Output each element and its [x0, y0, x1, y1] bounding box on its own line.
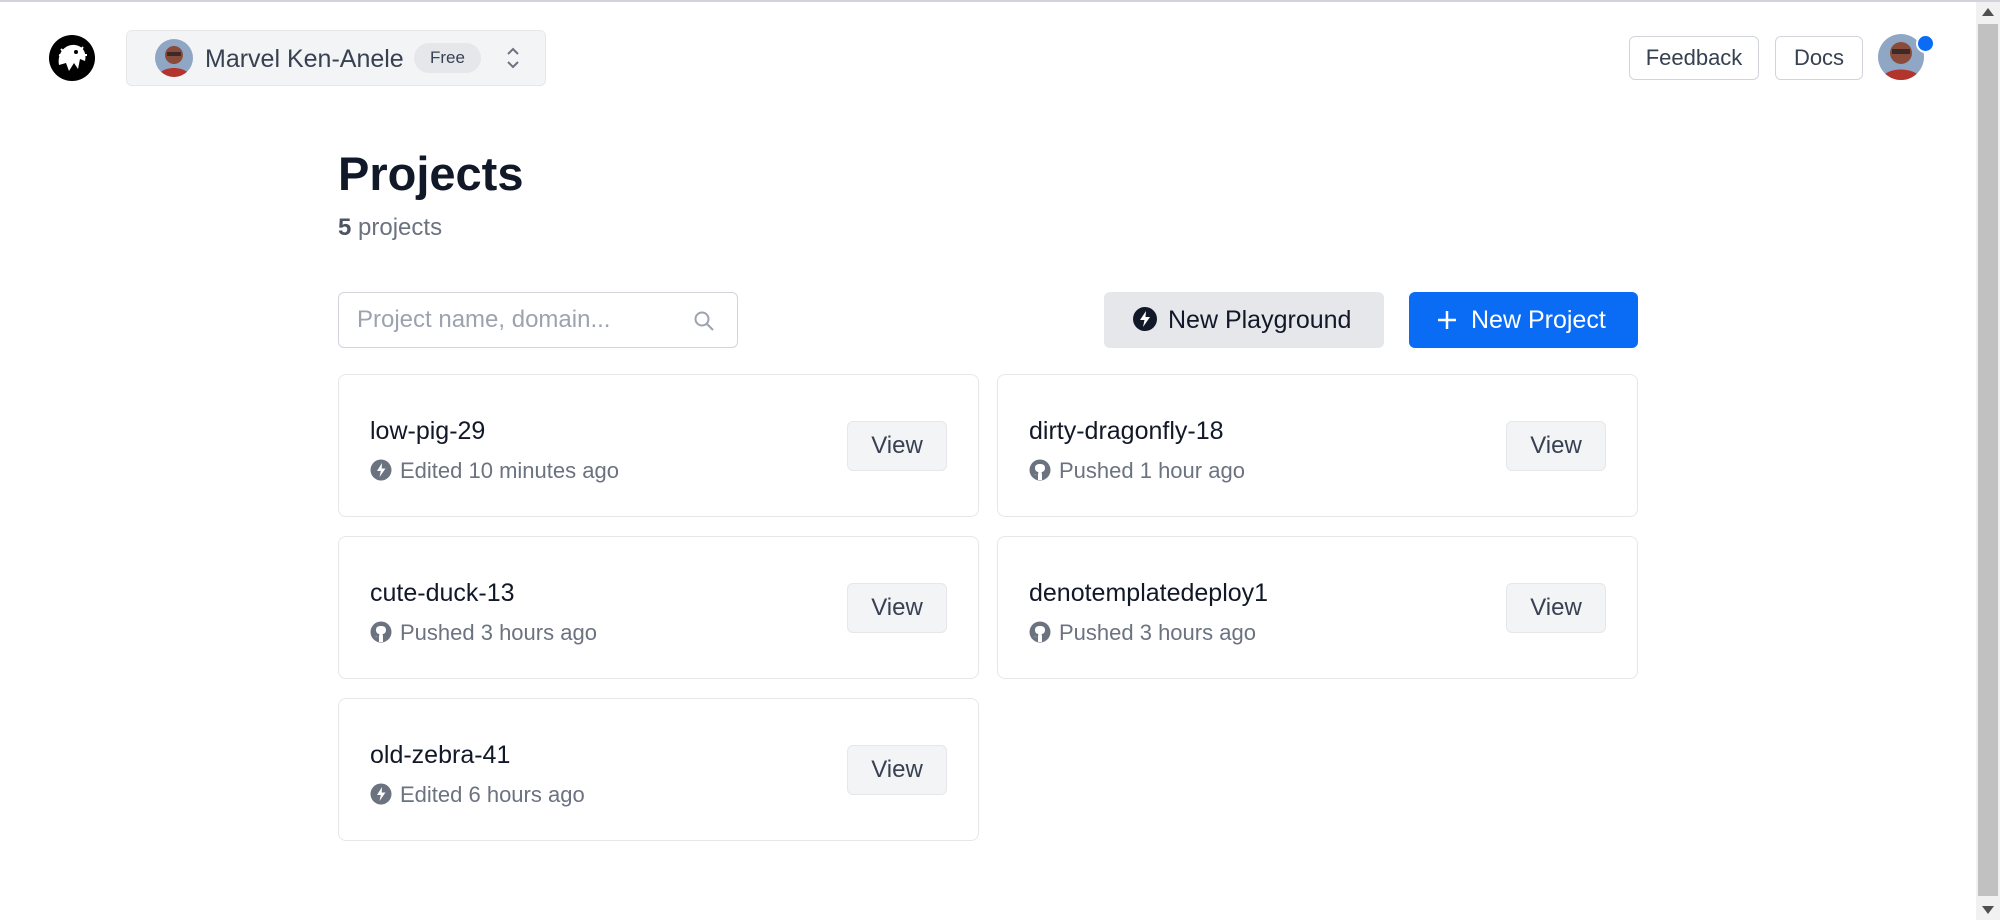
project-name[interactable]: cute-duck-13 [370, 579, 515, 608]
project-count-label: projects [358, 214, 443, 241]
project-status-text: Edited 6 hours ago [400, 782, 585, 807]
user-avatar [155, 39, 193, 77]
project-count: 5 projects [338, 214, 442, 242]
project-name[interactable]: low-pig-29 [370, 417, 485, 446]
chevron-up-down-icon [505, 45, 521, 76]
project-status: Pushed 1 hour ago [1029, 458, 1245, 487]
plus-icon [1437, 308, 1457, 337]
view-button[interactable]: View [1506, 583, 1606, 633]
new-playground-label: New Playground [1168, 306, 1352, 334]
project-status-text: Pushed 3 hours ago [1059, 620, 1256, 645]
project-status: Edited 6 hours ago [370, 782, 585, 811]
project-card[interactable]: low-pig-29 Edited 10 minutes ago View [338, 374, 979, 517]
plan-badge: Free [414, 43, 481, 73]
playground-bolt-icon [1132, 306, 1158, 339]
project-name[interactable]: denotemplatedeploy1 [1029, 579, 1268, 608]
project-status: Edited 10 minutes ago [370, 458, 619, 487]
deno-logo-icon[interactable] [49, 35, 95, 81]
github-icon [1029, 621, 1051, 649]
new-project-label: New Project [1471, 306, 1606, 334]
project-status-text: Pushed 3 hours ago [400, 620, 597, 645]
new-playground-button[interactable]: New Playground [1104, 292, 1384, 348]
organization-switcher[interactable]: Marvel Ken-Anele Free [126, 30, 546, 86]
page-scrollbar[interactable] [1976, 2, 2000, 920]
search-input[interactable] [357, 303, 677, 337]
github-icon [370, 621, 392, 649]
new-project-button[interactable]: New Project [1409, 292, 1638, 348]
view-button[interactable]: View [1506, 421, 1606, 471]
window-top-border [0, 0, 2000, 2]
search-box[interactable] [338, 292, 738, 348]
project-status-text: Pushed 1 hour ago [1059, 458, 1245, 483]
scroll-thumb[interactable] [1978, 24, 1998, 896]
project-card[interactable]: old-zebra-41 Edited 6 hours ago View [338, 698, 979, 841]
docs-button[interactable]: Docs [1775, 36, 1863, 80]
feedback-button[interactable]: Feedback [1629, 36, 1759, 80]
project-name[interactable]: dirty-dragonfly-18 [1029, 417, 1224, 446]
view-button[interactable]: View [847, 745, 947, 795]
playground-bolt-icon [370, 783, 392, 811]
project-status: Pushed 3 hours ago [1029, 620, 1256, 649]
project-status-text: Edited 10 minutes ago [400, 458, 619, 483]
search-icon [693, 310, 715, 337]
project-name[interactable]: old-zebra-41 [370, 741, 510, 770]
scroll-down-arrow-icon[interactable] [1982, 906, 1994, 914]
notification-dot [1916, 34, 1935, 53]
view-button[interactable]: View [847, 421, 947, 471]
project-card[interactable]: denotemplatedeploy1 Pushed 3 hours ago V… [997, 536, 1638, 679]
project-count-number: 5 [338, 214, 352, 241]
project-status: Pushed 3 hours ago [370, 620, 597, 649]
page-title: Projects [338, 147, 524, 200]
github-icon [1029, 459, 1051, 487]
project-card[interactable]: cute-duck-13 Pushed 3 hours ago View [338, 536, 979, 679]
view-button[interactable]: View [847, 583, 947, 633]
project-card[interactable]: dirty-dragonfly-18 Pushed 1 hour ago Vie… [997, 374, 1638, 517]
playground-bolt-icon [370, 459, 392, 487]
org-name: Marvel Ken-Anele [205, 45, 404, 73]
scroll-up-arrow-icon[interactable] [1982, 8, 1994, 16]
